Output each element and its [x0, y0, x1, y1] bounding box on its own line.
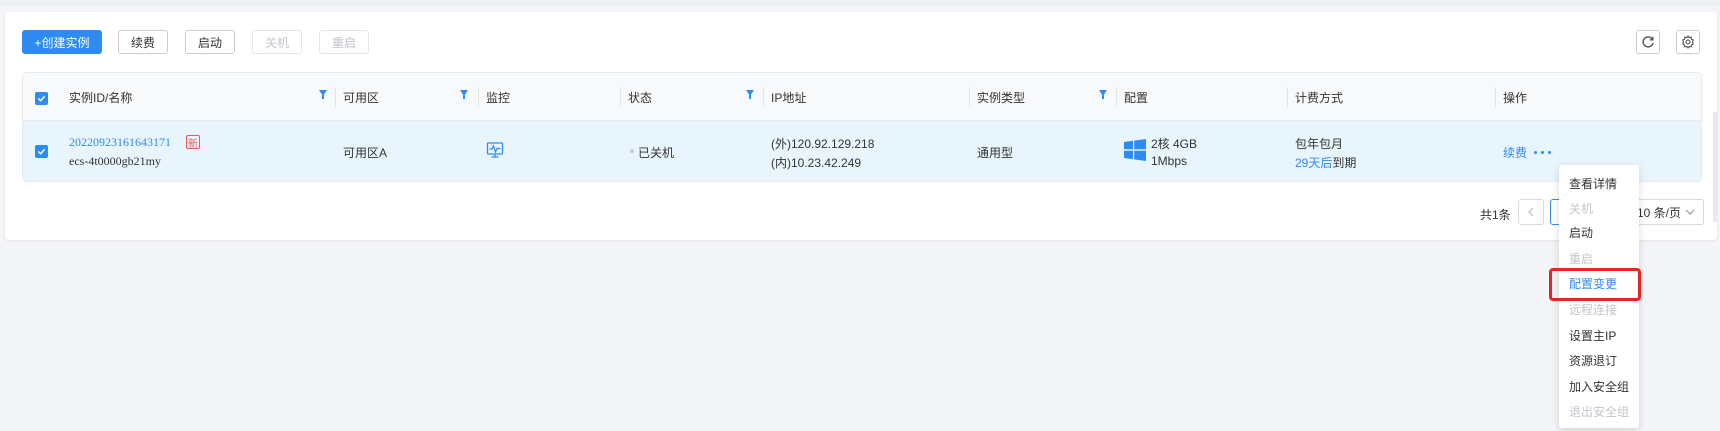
menu-item-view-details[interactable]: 查看详情 [1569, 175, 1617, 192]
column-ip: IP地址 [771, 90, 807, 105]
column-divider [763, 87, 764, 107]
column-monitor: 监控 [486, 90, 511, 105]
status-value: 已关机 [638, 146, 675, 160]
pagination-total: 共1条 [1480, 208, 1511, 222]
highlight-box [1549, 268, 1641, 301]
expire-info: 29天后到期 [1295, 154, 1356, 171]
refresh-button[interactable] [1636, 30, 1660, 54]
status-dot [630, 149, 634, 153]
scrollbar[interactable] [1713, 112, 1717, 222]
column-divider [1287, 87, 1288, 107]
windows-icon [1123, 138, 1147, 165]
chevron-left-icon [1528, 207, 1534, 217]
column-config: 配置 [1124, 90, 1149, 105]
ip-external: (外)120.92.129.218 [771, 137, 875, 151]
config-bandwidth: 1Mbps [1151, 154, 1188, 168]
column-billing: 计费方式 [1295, 90, 1344, 105]
monitor-chart-icon[interactable] [486, 141, 504, 162]
check-icon [37, 148, 46, 155]
column-actions: 操作 [1503, 90, 1528, 105]
filter-icon[interactable] [1099, 90, 1107, 99]
column-divider [969, 87, 970, 107]
column-id-name: 实例ID/名称 [69, 90, 133, 105]
settings-button[interactable] [1676, 30, 1700, 54]
gear-icon [1681, 35, 1695, 49]
menu-item-set-primary-ip[interactable]: 设置主IP [1569, 327, 1616, 344]
chevron-down-icon [1685, 209, 1695, 215]
expire-days: 29天后 [1295, 156, 1333, 170]
config-cpu-mem: 2核 4GB [1151, 137, 1198, 151]
menu-item-leave-security-group[interactable]: 退出安全组 [1569, 403, 1629, 420]
menu-item-start[interactable]: 启动 [1569, 224, 1593, 241]
column-instance-type: 实例类型 [977, 90, 1026, 105]
more-actions-button[interactable] [1534, 143, 1555, 157]
prev-page-button[interactable] [1518, 199, 1544, 225]
table-header: 实例ID/名称 可用区 监控 状态 IP地址 实例类型 配置 计费方式 操作 [23, 73, 1701, 121]
create-instance-button[interactable]: +创建实例 [22, 30, 102, 54]
menu-item-join-security-group[interactable]: 加入安全组 [1569, 378, 1629, 395]
select-all-checkbox[interactable] [35, 92, 48, 105]
billing-mode: 包年包月 [1295, 137, 1344, 151]
instance-type-value: 通用型 [977, 146, 1014, 160]
ip-internal: (内)10.23.42.249 [771, 156, 862, 170]
row-checkbox[interactable] [35, 145, 48, 158]
filter-icon[interactable] [460, 90, 468, 99]
table-row[interactable]: 20220923161643171 新 ecs-4t0000gb21my 可用区… [23, 121, 1701, 181]
restart-button[interactable]: 重启 [319, 30, 369, 54]
zone-value: 可用区A [343, 146, 388, 160]
start-button[interactable]: 启动 [185, 30, 235, 54]
new-badge: 新 [186, 135, 200, 150]
column-divider [620, 87, 621, 107]
filter-icon[interactable] [746, 90, 754, 99]
column-divider [478, 87, 479, 107]
column-divider [1495, 87, 1496, 107]
column-status: 状态 [628, 90, 653, 105]
instance-id-link[interactable]: 20220923161643171 [69, 135, 171, 150]
more-icon [1534, 143, 1555, 157]
column-divider [335, 87, 336, 107]
column-zone: 可用区 [343, 90, 380, 105]
menu-item-restart[interactable]: 重启 [1569, 250, 1593, 267]
menu-item-shutdown[interactable]: 关机 [1569, 200, 1593, 217]
instance-name: ecs-4t0000gb21my [69, 154, 161, 168]
menu-item-remote-connect[interactable]: 远程连接 [1569, 301, 1617, 318]
expire-suffix: 到期 [1332, 156, 1357, 170]
column-divider [1116, 87, 1117, 107]
shutdown-button[interactable]: 关机 [252, 30, 302, 54]
page-size-label: 10 条/页 [1636, 205, 1681, 220]
top-strip [0, 0, 1720, 6]
filter-icon[interactable] [319, 90, 327, 99]
renew-button[interactable]: 续费 [118, 30, 168, 54]
menu-item-unsubscribe[interactable]: 资源退订 [1569, 352, 1617, 369]
row-renew-link[interactable]: 续费 [1503, 144, 1527, 161]
check-icon [37, 95, 46, 102]
refresh-icon [1642, 36, 1654, 48]
instance-table: 实例ID/名称 可用区 监控 状态 IP地址 实例类型 配置 计费方式 操作 2… [22, 72, 1702, 182]
